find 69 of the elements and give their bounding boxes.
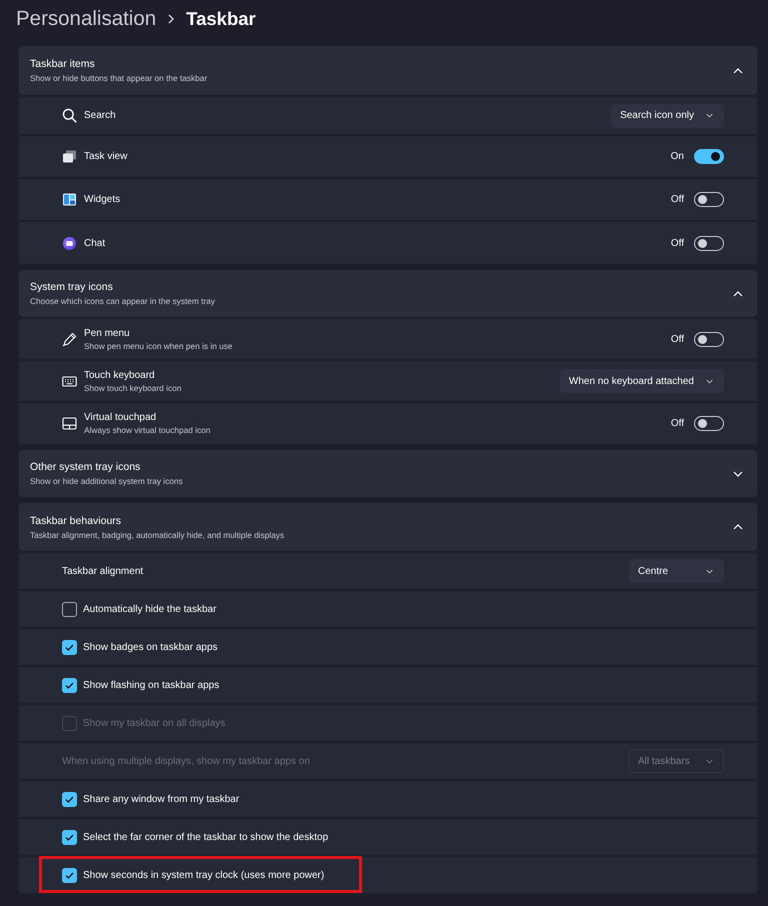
section-subtitle: Show or hide buttons that appear on the taskbar: [30, 73, 208, 83]
setting-label: Select the far corner of the taskbar to show the desktop: [83, 832, 328, 842]
toggle-state-label: On: [670, 151, 684, 162]
breadcrumb-link[interactable]: Personalisation: [16, 7, 156, 31]
checkmark-icon: [65, 834, 74, 840]
checkbox[interactable]: [62, 792, 77, 806]
section-title: Taskbar behaviours: [30, 514, 122, 526]
checkbox[interactable]: [62, 602, 77, 616]
section-header[interactable]: Taskbar items Show or hide buttons that appear on the taskbar: [19, 46, 757, 95]
chevron-right-icon: [168, 14, 174, 24]
section-header[interactable]: Taskbar behaviours Taskbar alignment, badging, automatically hide, and multiple displays: [19, 503, 757, 551]
section-title: System tray icons: [30, 281, 114, 293]
setting-label: Taskbar alignment: [62, 566, 144, 576]
section-title: Taskbar items: [30, 58, 96, 70]
section-subtitle: Choose which icons can appear in the system tray: [30, 296, 215, 306]
toggle-switch[interactable]: [694, 192, 724, 207]
setting-label: Virtual touchpad: [84, 412, 158, 423]
search-icon: [62, 108, 77, 123]
setting-label: Touch keyboard: [84, 370, 156, 380]
setting-label: Show flashing on taskbar apps: [83, 680, 220, 690]
touchpad-icon: [62, 416, 77, 431]
setting-label: Share any window from my taskbar: [83, 794, 240, 804]
toggle-state-label: Off: [670, 238, 684, 248]
chevron-down-icon: [706, 568, 713, 574]
dropdown[interactable]: Centre: [629, 559, 724, 583]
setting-description: Show touch keyboard icon: [84, 382, 182, 392]
keyboard-icon: [62, 374, 77, 388]
section-header[interactable]: System tray icons Choose which icons can appear in the system tray: [19, 270, 757, 317]
checkbox[interactable]: [62, 830, 77, 844]
setting-label: Show my taskbar on all displays: [83, 718, 226, 728]
checkmark-icon: [65, 644, 74, 650]
section-title: Other system tray icons: [30, 461, 142, 473]
dropdown[interactable]: When no keyboard attached: [560, 369, 724, 393]
page-title: Taskbar: [186, 8, 256, 30]
chevron-down-icon: [706, 758, 713, 764]
toggle-state-label: Off: [670, 418, 684, 429]
toggle-switch[interactable]: [694, 332, 724, 346]
pen-icon: [62, 332, 77, 346]
setting-label: Show seconds in system tray clock (uses more power): [83, 870, 324, 880]
checkbox[interactable]: [62, 678, 77, 692]
checkmark-icon: [65, 872, 74, 878]
setting-description: Show pen menu icon when pen is in use: [84, 340, 233, 350]
checkbox[interactable]: [62, 640, 77, 654]
setting-label: Widgets: [84, 194, 120, 205]
setting-label: Task view: [84, 151, 128, 162]
setting-label: Search: [84, 110, 116, 121]
toggle-switch[interactable]: [694, 416, 724, 431]
setting-label: Show badges on taskbar apps: [83, 642, 218, 652]
tiles-icon: [62, 192, 77, 207]
stacked-windows-icon: [62, 149, 77, 164]
checkmark-icon: [65, 682, 74, 688]
setting-description: Always show virtual touchpad icon: [84, 425, 210, 435]
chevron-down-icon: [706, 113, 713, 118]
setting-label: Chat: [84, 238, 106, 248]
section-header[interactable]: Other system tray icons Show or hide additional system tray icons: [19, 450, 757, 497]
chevron-down-icon: [706, 378, 713, 384]
video-call-icon: [62, 236, 77, 250]
toggle-state-label: Off: [670, 194, 684, 205]
toggle-switch[interactable]: [694, 236, 724, 250]
toggle-state-label: Off: [670, 334, 684, 344]
setting-label: Pen menu: [84, 328, 131, 338]
setting-label: Automatically hide the taskbar: [83, 604, 216, 614]
toggle-switch[interactable]: [694, 149, 724, 164]
section-subtitle: Taskbar alignment, badging, automatically hide, and multiple displays: [30, 530, 284, 540]
setting-label: When using multiple displays, show my taskbar apps on: [62, 756, 310, 766]
section-subtitle: Show or hide additional system tray icons: [30, 476, 183, 486]
checkmark-icon: [65, 796, 74, 802]
checkbox[interactable]: [62, 868, 77, 882]
dropdown[interactable]: Search icon only: [611, 104, 724, 128]
